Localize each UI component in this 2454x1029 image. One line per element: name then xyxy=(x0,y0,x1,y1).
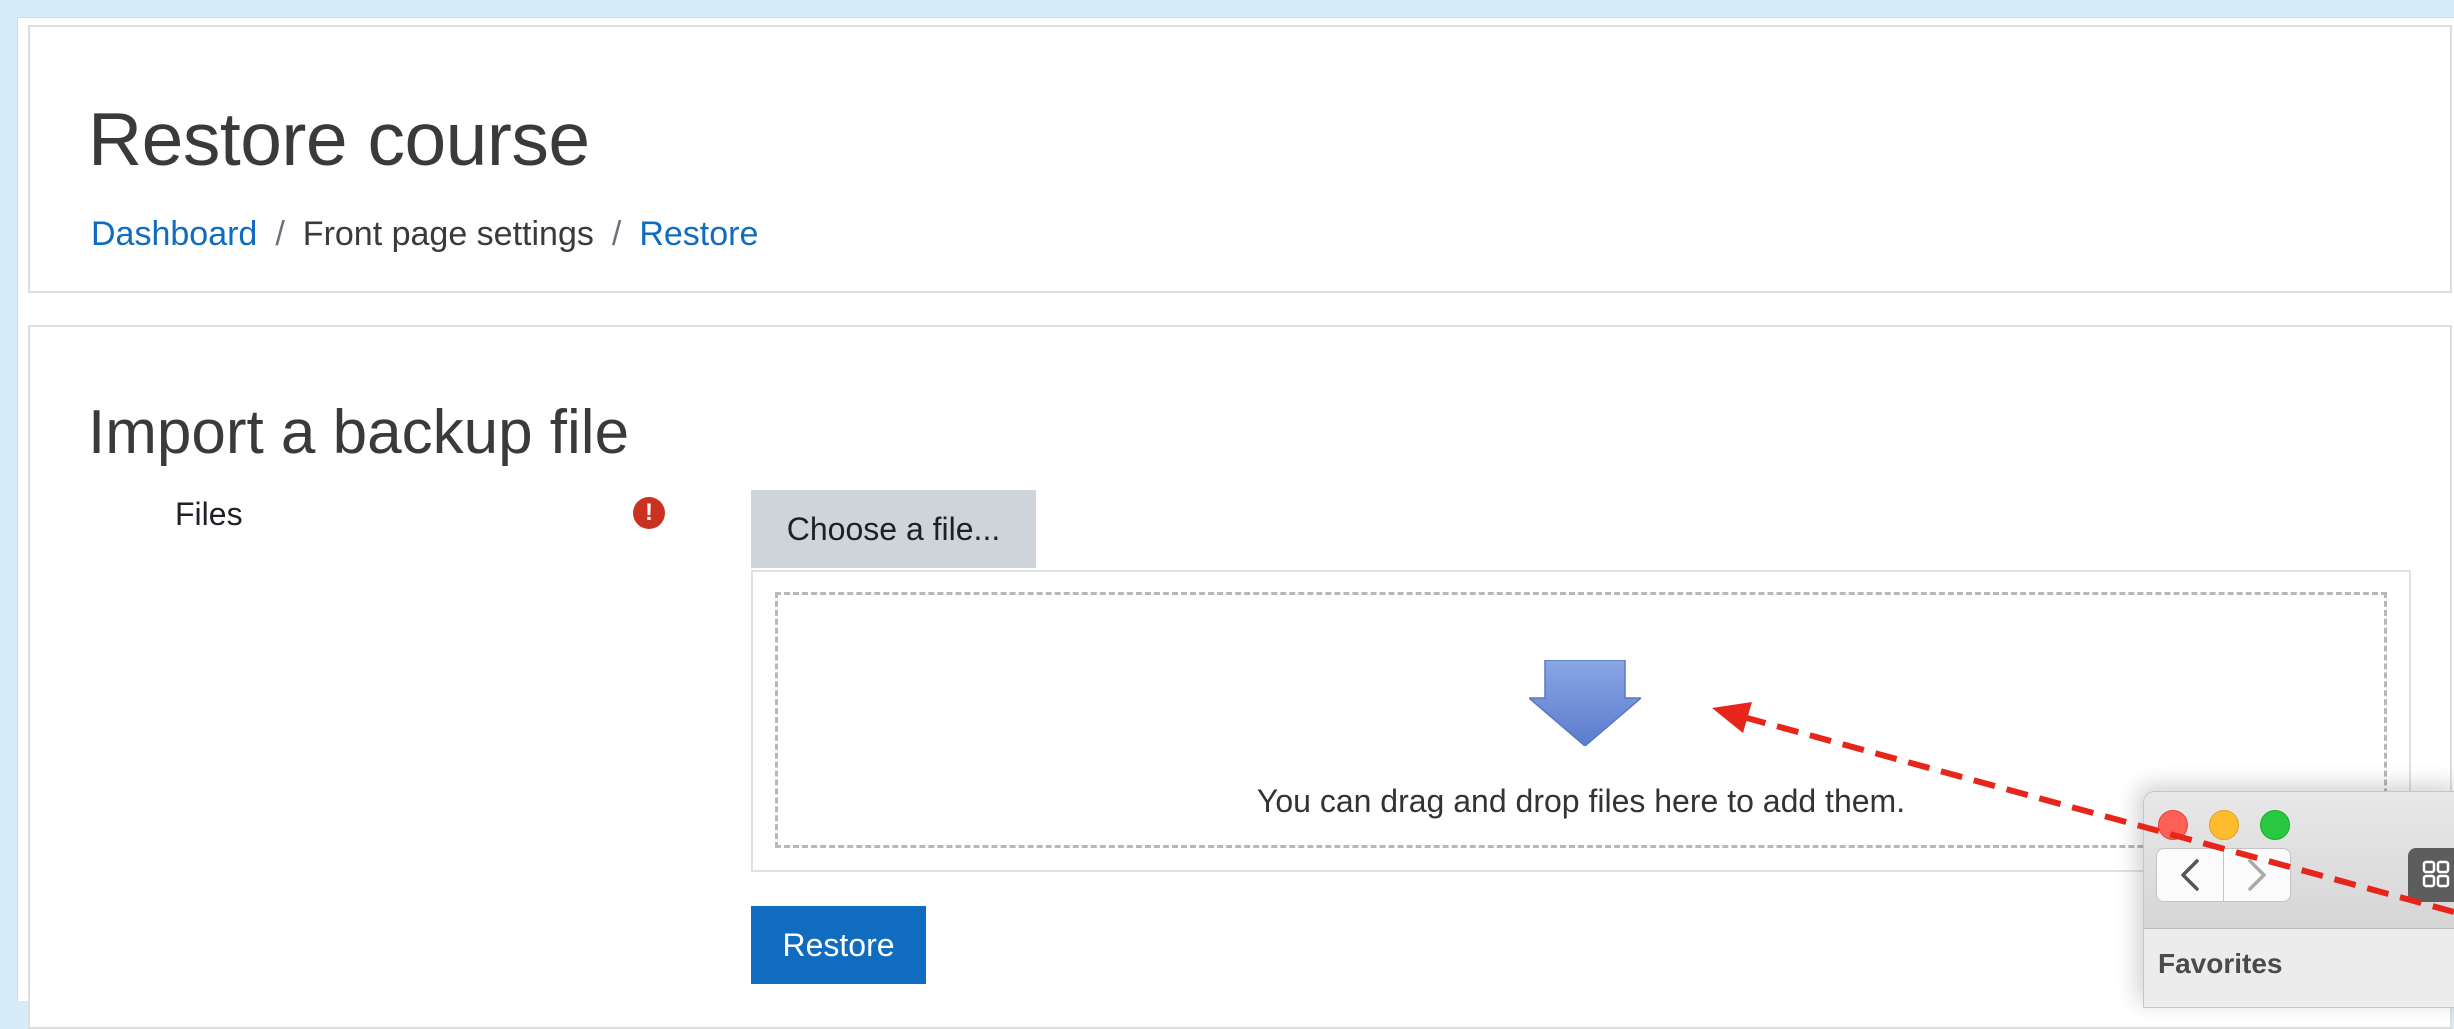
grid-view-button[interactable] xyxy=(2408,848,2454,902)
forward-chevron-icon xyxy=(2248,859,2266,891)
down-arrow-icon xyxy=(1529,660,1641,746)
close-dot[interactable] xyxy=(2158,810,2188,840)
restore-button[interactable]: Restore xyxy=(751,906,926,984)
breadcrumb-dashboard[interactable]: Dashboard xyxy=(91,214,257,254)
maximize-dot[interactable] xyxy=(2260,810,2290,840)
back-chevron-icon xyxy=(2181,859,2199,891)
back-button[interactable] xyxy=(2156,848,2224,902)
finder-window[interactable]: Favorites xyxy=(2143,791,2454,1008)
files-label: Files xyxy=(175,496,243,532)
exclamation-circle-icon: ! xyxy=(633,497,665,529)
finder-favorites-heading: Favorites xyxy=(2158,948,2283,979)
minimize-dot[interactable] xyxy=(2209,810,2239,840)
breadcrumb-separator: / xyxy=(611,215,622,253)
finder-toolbar xyxy=(2144,792,2454,929)
choose-file-button[interactable]: Choose a file... xyxy=(751,490,1036,568)
breadcrumb: Dashboard / Front page settings / Restor… xyxy=(91,214,758,254)
breadcrumb-separator: / xyxy=(275,215,285,253)
grid-view-icon xyxy=(2422,860,2450,888)
breadcrumb-restore[interactable]: Restore xyxy=(639,214,758,254)
forward-button[interactable] xyxy=(2223,848,2291,902)
breadcrumb-front-page-settings: Front page settings xyxy=(302,215,594,253)
section-title: Import a backup file xyxy=(88,398,630,467)
page-title: Restore course xyxy=(88,97,590,181)
